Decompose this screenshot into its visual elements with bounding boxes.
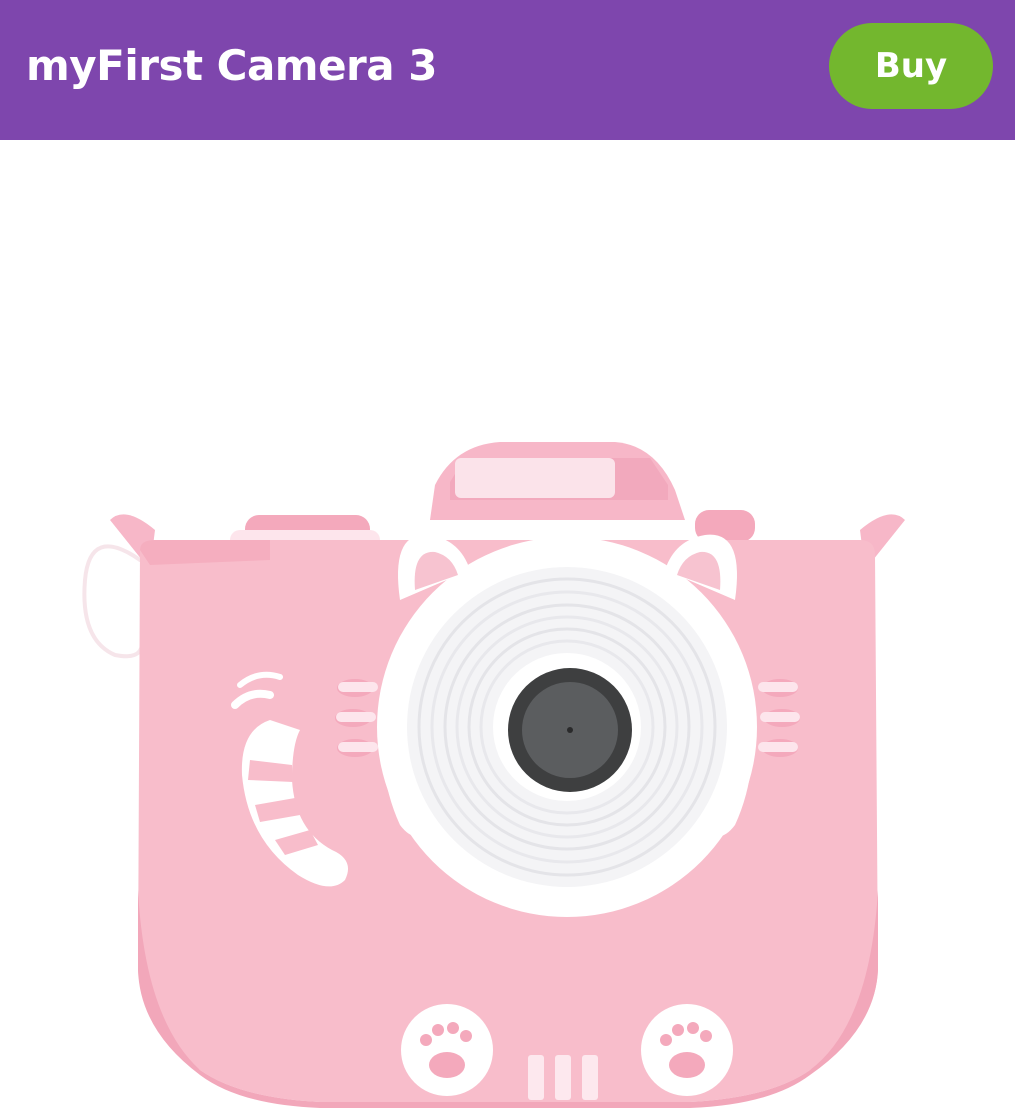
- product-image-area: [0, 140, 1015, 1108]
- camera-icon: [73, 442, 942, 1108]
- buy-button[interactable]: Buy: [829, 23, 993, 109]
- page-title: myFirst Camera 3: [26, 41, 437, 90]
- app-header: myFirst Camera 3 Buy: [0, 0, 1015, 140]
